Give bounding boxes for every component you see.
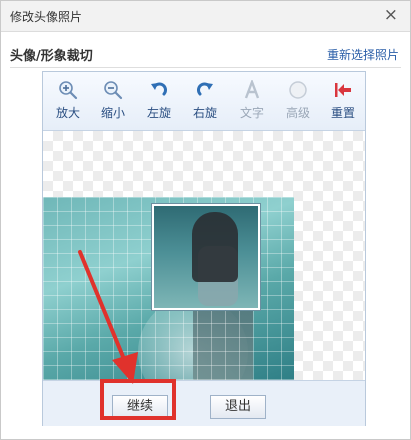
text-button[interactable]: 文字 bbox=[232, 78, 272, 126]
zoom-in-label: 放大 bbox=[55, 106, 80, 120]
reselect-photo-link[interactable]: 重新选择照片 bbox=[327, 46, 399, 63]
advanced-label: 高级 bbox=[285, 106, 310, 120]
zoom-in-icon bbox=[59, 81, 78, 100]
reset-button[interactable]: 重置 bbox=[323, 78, 363, 126]
crop-selection-box[interactable] bbox=[152, 204, 260, 310]
advanced-button[interactable]: 高级 bbox=[278, 78, 318, 126]
zoom-out-button[interactable]: 缩小 bbox=[93, 78, 133, 126]
reset-label: 重置 bbox=[330, 106, 355, 120]
rotate-right-icon bbox=[197, 82, 213, 96]
dialog-titlebar: 修改头像照片 × bbox=[1, 1, 410, 32]
text-icon bbox=[244, 80, 260, 99]
reset-icon bbox=[335, 83, 351, 97]
editor-toolbar: 放大 缩小 左旋 右旋 文字 高级 重置 bbox=[43, 72, 365, 131]
crop-canvas[interactable] bbox=[43, 131, 365, 380]
section-heading: 头像/形象裁切 bbox=[10, 49, 93, 64]
rotate-left-label: 左旋 bbox=[146, 106, 171, 120]
zoom-out-icon bbox=[104, 81, 123, 100]
rotate-left-button[interactable]: 左旋 bbox=[139, 78, 179, 126]
advanced-icon bbox=[289, 81, 307, 99]
edit-avatar-dialog: 修改头像照片 × 头像/形象裁切 重新选择照片 放大 缩小 左旋 右旋 文字 高… bbox=[0, 0, 411, 440]
editor-footer: 继续 退出 bbox=[43, 380, 365, 426]
heading-divider bbox=[10, 67, 401, 68]
exit-button[interactable]: 退出 bbox=[210, 395, 266, 419]
dialog-title: 修改头像照片 bbox=[10, 10, 83, 24]
rotate-right-button[interactable]: 右旋 bbox=[185, 78, 225, 126]
rotate-left-icon bbox=[151, 82, 167, 96]
continue-highlight-box bbox=[100, 379, 176, 420]
zoom-out-label: 缩小 bbox=[100, 106, 125, 120]
rotate-right-label: 右旋 bbox=[192, 106, 217, 120]
crop-preview-hair bbox=[192, 212, 238, 282]
close-icon[interactable]: × bbox=[384, 6, 398, 24]
text-label: 文字 bbox=[239, 106, 264, 120]
zoom-in-button[interactable]: 放大 bbox=[48, 78, 88, 126]
crop-editor: 放大 缩小 左旋 右旋 文字 高级 重置 继续 退出 bbox=[42, 71, 366, 426]
